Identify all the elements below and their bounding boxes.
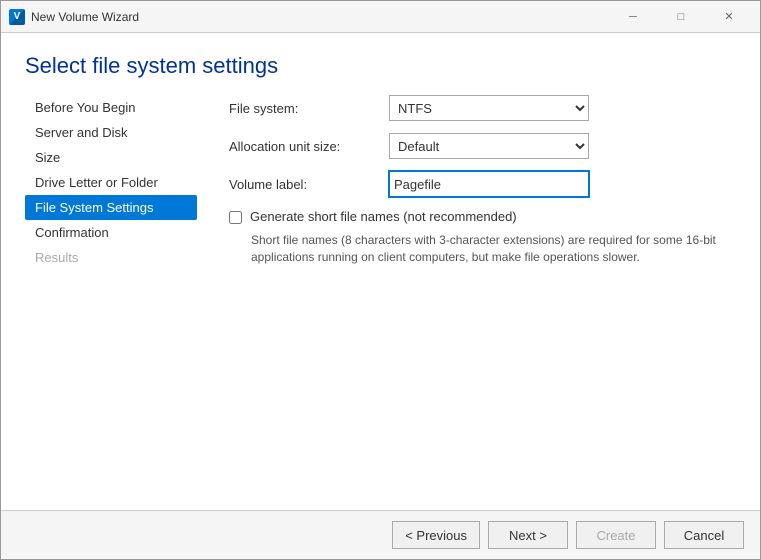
allocation-unit-row: Allocation unit size: Default 512 1024 2… [229,133,736,159]
sidebar-item-file-system-settings[interactable]: File System Settings [25,195,197,220]
sidebar-item-server-and-disk[interactable]: Server and Disk [25,120,197,145]
minimize-button[interactable]: ─ [610,7,656,27]
short-names-label[interactable]: Generate short file names (not recommend… [250,209,517,224]
volume-label-label: Volume label: [229,177,389,192]
main-window: V New Volume Wizard ─ □ ✕ Select file sy… [0,0,761,560]
sidebar-item-drive-letter[interactable]: Drive Letter or Folder [25,170,197,195]
allocation-unit-label: Allocation unit size: [229,139,389,154]
file-system-select-wrap: NTFS ReFS exFAT FAT32 [389,95,589,121]
allocation-unit-select-wrap: Default 512 1024 2048 4096 [389,133,589,159]
volume-label-row: Volume label: [229,171,736,197]
short-names-checkbox[interactable] [229,211,242,224]
sidebar-item-confirmation[interactable]: Confirmation [25,220,197,245]
short-names-checkbox-row: Generate short file names (not recommend… [229,209,736,224]
volume-label-input[interactable] [389,171,589,197]
allocation-unit-select[interactable]: Default 512 1024 2048 4096 [389,133,589,159]
next-button[interactable]: Next > [488,521,568,549]
sidebar-item-size[interactable]: Size [25,145,197,170]
file-system-row: File system: NTFS ReFS exFAT FAT32 [229,95,736,121]
app-icon: V [9,9,25,25]
form-area: File system: NTFS ReFS exFAT FAT32 Alloc… [205,95,736,510]
sidebar-item-before-you-begin[interactable]: Before You Begin [25,95,197,120]
window-controls: ─ □ ✕ [610,7,752,27]
maximize-button[interactable]: □ [658,7,704,27]
cancel-button[interactable]: Cancel [664,521,744,549]
create-button[interactable]: Create [576,521,656,549]
main-area: Before You Begin Server and Disk Size Dr… [25,95,736,510]
sidebar: Before You Begin Server and Disk Size Dr… [25,95,205,510]
footer: < Previous Next > Create Cancel [1,510,760,559]
window-title: New Volume Wizard [31,10,610,24]
title-bar: V New Volume Wizard ─ □ ✕ [1,1,760,33]
hint-text: Short file names (8 characters with 3-ch… [251,232,731,266]
file-system-label: File system: [229,101,389,116]
file-system-select[interactable]: NTFS ReFS exFAT FAT32 [389,95,589,121]
sidebar-item-results: Results [25,245,197,270]
close-button[interactable]: ✕ [706,7,752,27]
content-area: Select file system settings Before You B… [1,33,760,510]
volume-label-input-wrap [389,171,589,197]
page-title: Select file system settings [25,53,736,79]
previous-button[interactable]: < Previous [392,521,480,549]
